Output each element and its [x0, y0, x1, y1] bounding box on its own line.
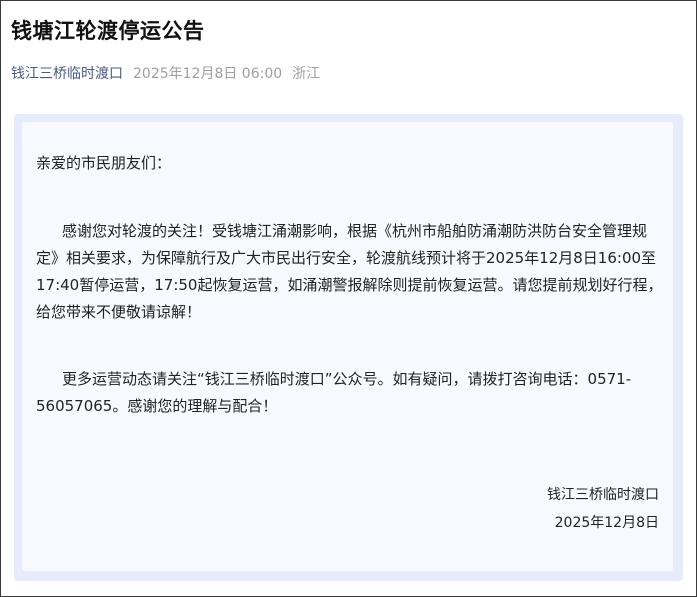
signature-date: 2025年12月8日 [554, 515, 659, 531]
article-meta: 钱江三桥临时渡口 2025年12月8日 06:00 浙江 [11, 63, 320, 83]
article-title: 钱塘江轮渡停运公告 [11, 19, 205, 43]
signature-org: 钱江三桥临时渡口 [547, 487, 659, 503]
publish-time: 2025年12月8日 06:00 [133, 66, 283, 82]
notice-greeting: 亲爱的市民朋友们： [36, 154, 172, 172]
source-link[interactable]: 钱江三桥临时渡口 [11, 66, 123, 82]
region-label: 浙江 [292, 66, 321, 82]
notice-paragraph-1: 感谢您对轮渡的关注！受钱塘江涌潮影响，根据《杭州市船舶防涌潮防洪防台安全管理规定… [36, 222, 663, 321]
notice-paragraph-2: 更多运营动态请关注“钱江三桥临时渡口”公众号。如有疑问，请拨打咨询电话：0571… [36, 370, 632, 415]
